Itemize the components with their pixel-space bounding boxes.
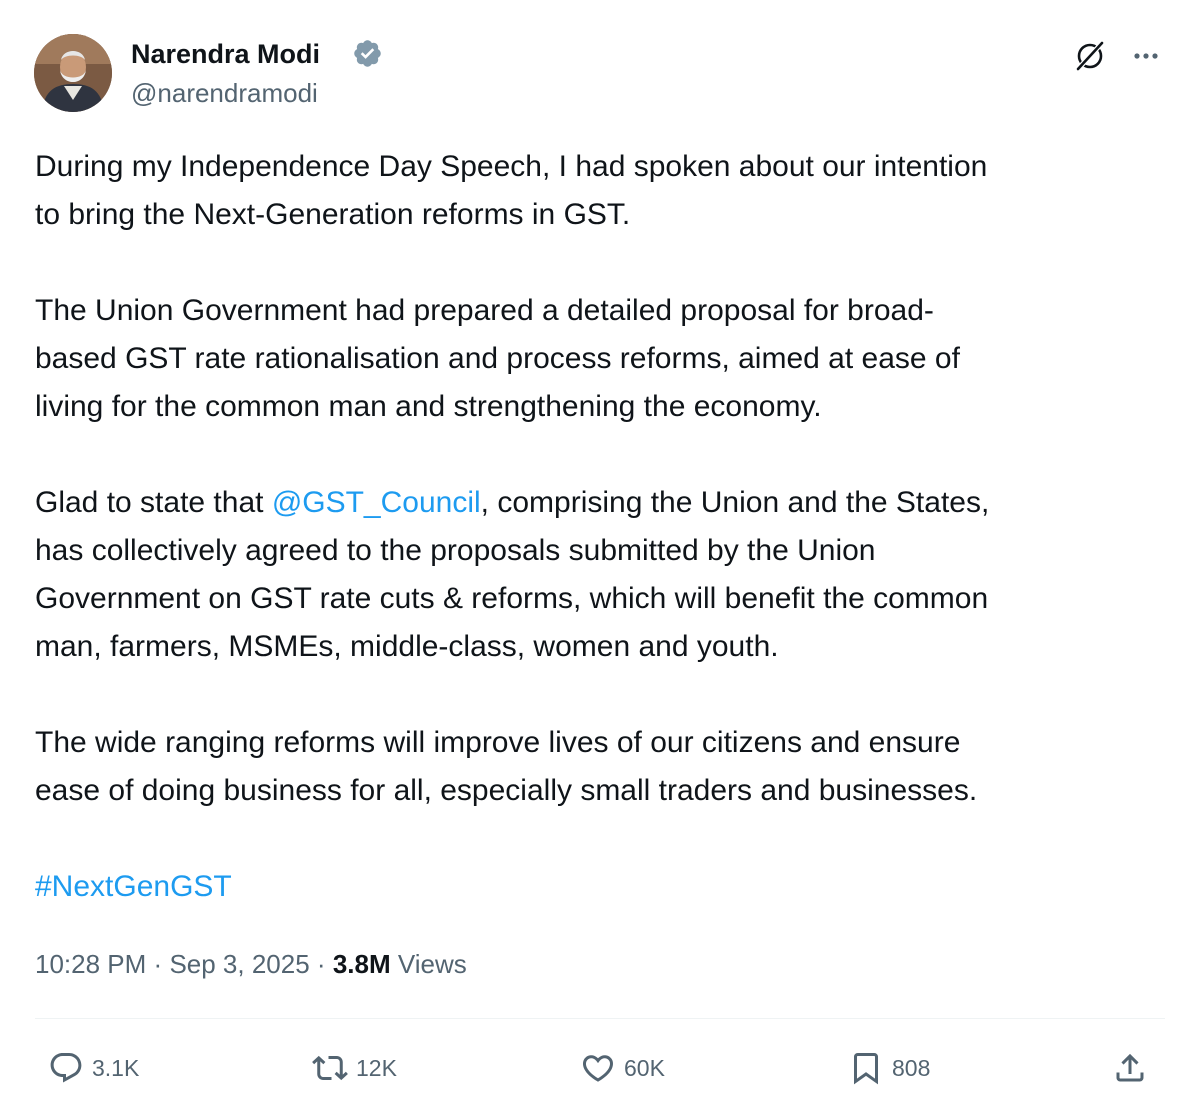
divider <box>35 1018 1165 1019</box>
bookmark-count: 808 <box>892 1054 931 1081</box>
author-name[interactable]: Narendra Modi <box>131 38 320 70</box>
tweet-meta: 10:28 PM · Sep 3, 2025 · 3.8M Views <box>35 944 467 984</box>
mention-link[interactable]: @GST_Council <box>272 486 481 519</box>
repost-button[interactable]: 12K <box>312 1048 397 1088</box>
reply-icon <box>50 1053 82 1083</box>
views-count: 3.8M <box>332 949 391 979</box>
share-icon <box>1116 1053 1144 1082</box>
avatar-image <box>34 34 112 112</box>
views-label: Views <box>397 949 467 979</box>
meta-separator: · <box>316 949 326 979</box>
hashtag-link[interactable]: #NextGenGST <box>35 870 232 903</box>
reply-count: 3.1K <box>92 1054 140 1081</box>
like-icon <box>582 1055 614 1082</box>
repost-icon <box>312 1055 348 1081</box>
paragraph-text: Glad to state that <box>35 486 272 519</box>
tweet-card: Narendra Modi @narendramodi During my In… <box>0 0 1194 1110</box>
like-count: 60K <box>624 1054 665 1081</box>
bookmark-button[interactable]: 808 <box>848 1048 930 1088</box>
tweet-date[interactable]: Sep 3, 2025 <box>169 949 309 979</box>
repost-count: 12K <box>356 1054 397 1081</box>
like-button[interactable]: 60K <box>580 1048 665 1088</box>
avatar[interactable] <box>34 34 112 112</box>
tweet-time[interactable]: 10:28 PM <box>35 949 146 979</box>
reply-button[interactable]: 3.1K <box>48 1048 139 1088</box>
verified-badge-icon <box>354 40 381 67</box>
tweet-paragraph: During my Independence Day Speech, I had… <box>35 150 988 231</box>
tweet-paragraph: #NextGenGST <box>35 863 1170 911</box>
tweet-paragraph: The wide ranging reforms will improve li… <box>35 726 978 807</box>
author-handle[interactable]: @narendramodi <box>131 77 318 109</box>
meta-separator: · <box>153 949 163 979</box>
share-button[interactable] <box>1112 1048 1148 1088</box>
tweet-paragraph: The Union Government had prepared a deta… <box>35 294 960 423</box>
grok-icon[interactable] <box>1070 36 1110 76</box>
more-icon[interactable] <box>1126 36 1166 76</box>
tweet-text: During my Independence Day Speech, I had… <box>35 143 1170 911</box>
tweet-paragraph: Glad to state that @GST_Council, compris… <box>35 479 1170 671</box>
bookmark-icon <box>854 1053 878 1085</box>
